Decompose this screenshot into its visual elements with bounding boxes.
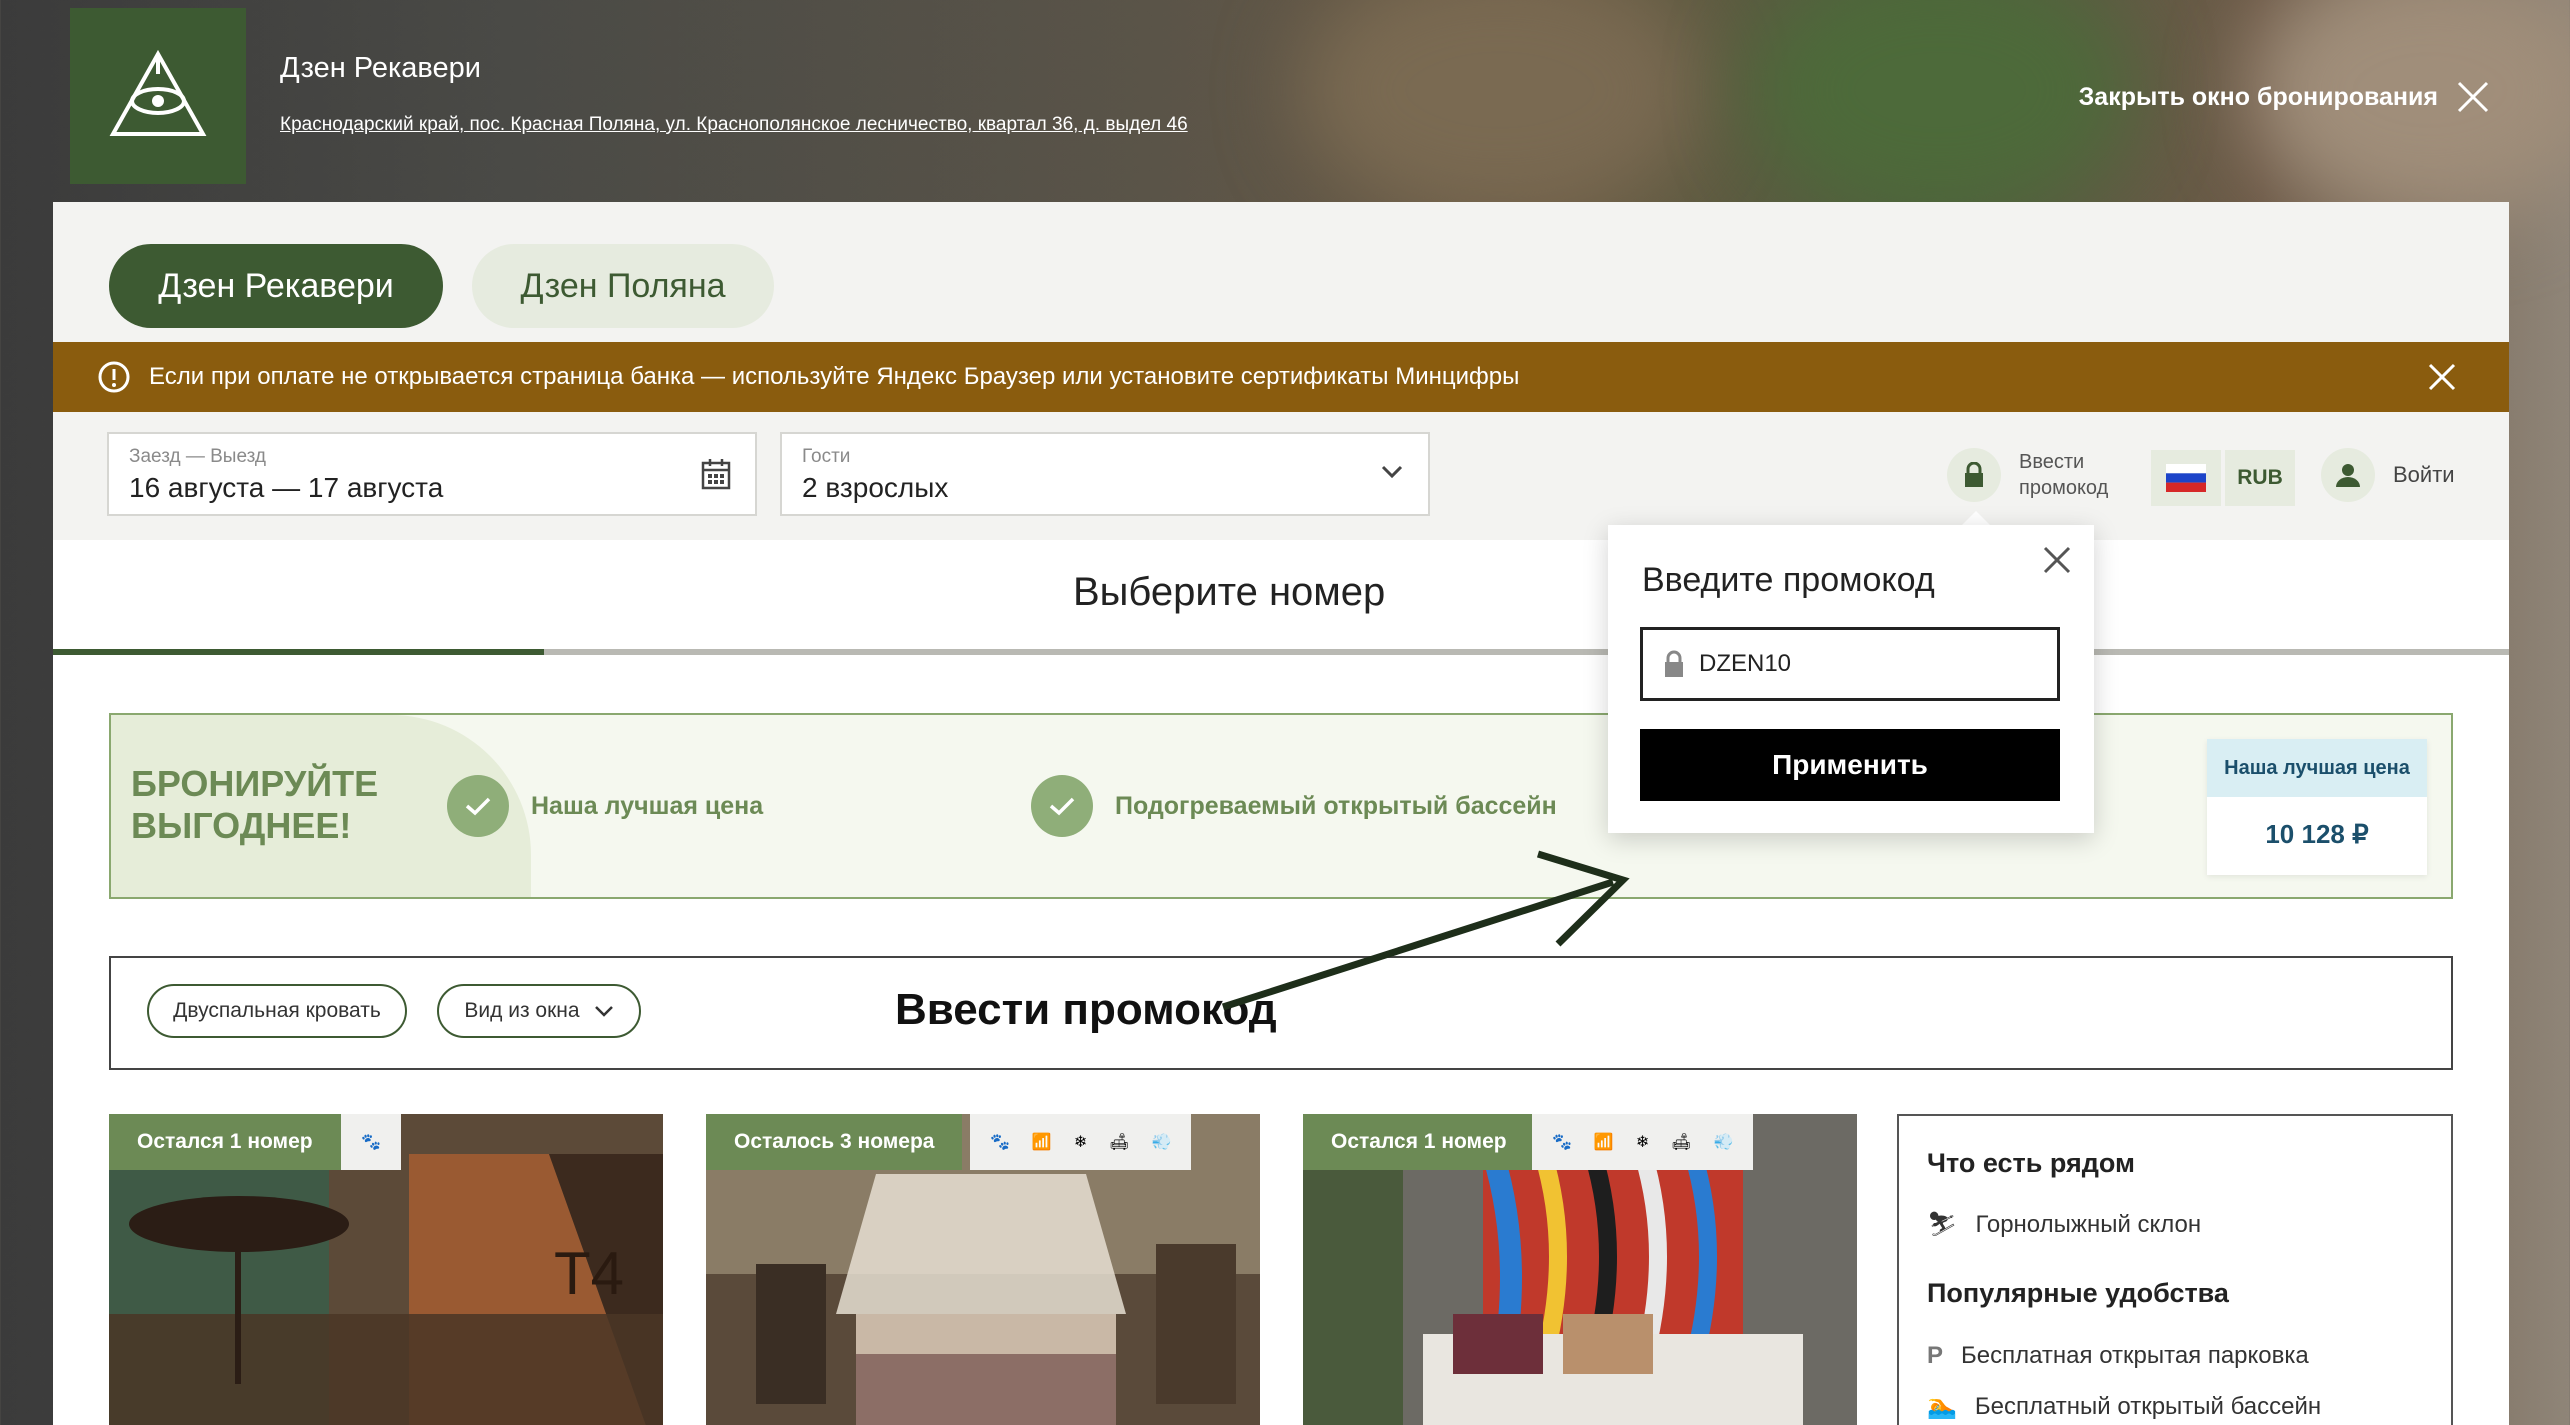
best-price-card: Наша лучшая цена 10 128 ₽ [2207,739,2427,875]
dates-label: Заезд — Выезд [129,446,266,467]
room-card[interactable]: Осталось 3 номера 🐾 📶 ❄ 🛋 💨 [706,1114,1260,1425]
amenity-icons: 🐾 📶 ❄ 🛋 💨 [1532,1114,1754,1170]
calendar-icon [701,459,731,490]
amenity-item: P Бесплатная открытая парковка [1927,1342,2309,1370]
warning-icon [98,361,130,393]
air-conditioner-icon: ❄ [1635,1134,1650,1151]
tab-zen-recovery[interactable]: Дзен Рекавери [109,244,443,328]
enter-promo-label: Ввести промокод [2019,451,2109,499]
chip-label: Вид из окна [464,999,580,1022]
amenity-icons: 🐾 [341,1114,401,1170]
booking-panel: Дзен Рекавери Дзен Поляна Если при оплат… [53,202,2509,1425]
amenities-title: Популярные удобства [1927,1278,2229,1308]
progress-fill [53,649,545,655]
search-bar: Заезд — Выезд 16 августа — 17 августа Го… [53,412,2509,540]
banner-title-line: БРОНИРУЙТЕ [131,763,379,804]
best-price-tag: Наша лучшая цена [2207,739,2427,797]
room-card[interactable]: T4 Остался 1 номер 🐾 [109,1114,663,1425]
payment-notice: Если при оплате не открывается страница … [53,342,2509,412]
benefit-item: Подогреваемый открытый бассейн [1031,775,1557,837]
wifi-icon: 📶 [1593,1134,1614,1151]
benefit-label: Подогреваемый открытый бассейн [1115,791,1557,820]
chip-label: Двуспальная кровать [173,999,381,1022]
hair-dryer-icon: 💨 [1713,1134,1734,1151]
currency-button[interactable]: RUB [2225,450,2295,506]
ski-icon: ⛷ [1927,1211,1958,1238]
promo-code-input[interactable] [1697,649,2041,679]
check-icon [1031,775,1093,837]
parking-icon: P [1927,1342,1944,1369]
apply-promo-button[interactable]: Применить [1640,729,2060,801]
close-icon[interactable] [2427,362,2457,392]
benefit-label: Наша лучшая цена [531,791,764,820]
lock-icon [1947,448,2001,502]
filter-window-view[interactable]: Вид из окна [437,984,641,1038]
hair-dryer-icon: 💨 [1151,1134,1172,1151]
svg-text:T4: T4 [554,1240,624,1307]
amenity-label: Бесплатный открытый бассейн [1974,1392,2322,1420]
promo-code-field[interactable] [1640,627,2060,701]
annotation-arrow-icon [1221,850,1630,1011]
hotel-address-link[interactable]: Краснодарский край, пос. Красная Поляна,… [280,114,1188,136]
wifi-icon: 📶 [1031,1134,1052,1151]
filter-double-bed[interactable]: Двуспальная кровать [147,984,407,1038]
pet-icon: 🐾 [1552,1134,1572,1151]
login-button[interactable]: Войти [2321,448,2455,502]
dates-field[interactable]: Заезд — Выезд 16 августа — 17 августа [107,432,757,516]
pet-icon: 🐾 [990,1134,1010,1151]
close-icon [2457,81,2489,113]
best-price-value: 10 128 ₽ [2265,819,2369,849]
step-title: Выберите номер [1073,570,1386,614]
hotel-tabs: Дзен Рекавери Дзен Поляна [53,202,2509,342]
language-button[interactable] [2151,450,2221,506]
amenity-item: 🏊 Бесплатный открытый бассейн [1927,1392,2321,1421]
amenity-label: Бесплатная открытая парковка [1961,1342,2309,1369]
pet-icon: 🐾 [361,1134,381,1151]
pool-icon: 🏊 [1927,1393,1957,1420]
tab-zen-polyana[interactable]: Дзен Поляна [472,244,774,328]
dates-value: 16 августа — 17 августа [129,472,444,503]
guests-value: 2 взрослых [802,472,949,503]
air-conditioner-icon: ❄ [1073,1134,1088,1151]
banner-title: БРОНИРУЙТЕ ВЫГОДНЕЕ! [131,763,378,847]
promo-popup-title: Введите промокод [1642,561,1935,599]
availability-badge: Остался 1 номер [109,1114,341,1170]
nearby-item: ⛷ Горнолыжный склон [1927,1210,2201,1239]
background-blur [1300,0,1700,220]
lock-icon [1665,650,1683,677]
close-icon[interactable] [2042,545,2072,575]
availability-badge: Остался 1 номер [1303,1114,1535,1170]
amenity-icons: 🐾 📶 ❄ 🛋 💨 [970,1114,1192,1170]
close-booking-label: Закрыть окно бронирования [2078,82,2438,111]
russian-flag-icon [2166,464,2206,492]
nearby-panel: Что есть рядом ⛷ Горнолыжный склон Попул… [1897,1114,2453,1425]
hotel-name: Дзен Рекавери [280,52,481,84]
login-label: Войти [2393,462,2455,487]
guests-label: Гости [802,446,851,467]
background-blur [1750,0,2130,220]
check-icon [447,775,509,837]
promo-popup: Введите промокод Применить [1608,525,2094,833]
pyramid-eye-icon [109,49,207,136]
chevron-down-icon [1381,465,1403,479]
user-icon [2321,448,2375,502]
close-booking-button[interactable]: Закрыть окно бронирования [2079,80,2490,114]
chevron-down-icon [594,1006,613,1017]
guests-field[interactable]: Гости 2 взрослых [780,432,1430,516]
sofa-icon: 🛋 [1109,1134,1130,1151]
sofa-icon: 🛋 [1671,1134,1692,1151]
enter-promo-button[interactable]: Ввести промокод [1947,448,2129,502]
nearby-title: Что есть рядом [1927,1148,2135,1178]
room-card[interactable]: Остался 1 номер 🐾 📶 ❄ 🛋 💨 [1303,1114,1857,1425]
nearby-item-label: Горнолыжный склон [1975,1210,2202,1238]
hotel-logo [70,8,246,184]
availability-badge: Осталось 3 номера [706,1114,963,1170]
popup-pointer [1962,511,1990,525]
banner-title-line: ВЫГОДНЕЕ! [131,805,352,846]
notice-text: Если при оплате не открывается страница … [149,363,1520,390]
benefit-item: Наша лучшая цена [447,775,763,837]
